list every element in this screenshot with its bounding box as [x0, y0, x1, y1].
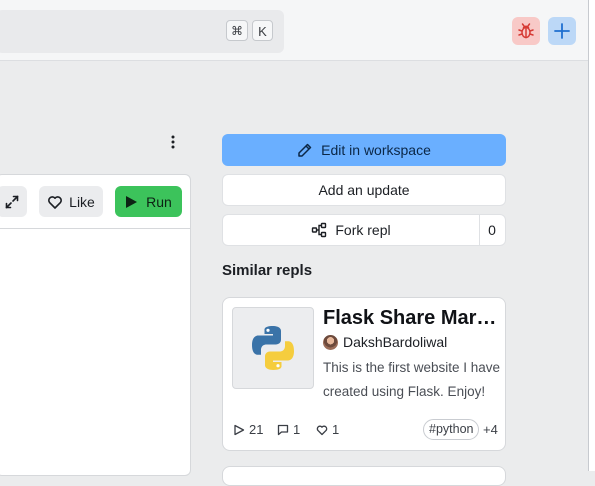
like-count-value: 1 — [332, 422, 340, 437]
fork-control: Fork repl 0 — [222, 214, 506, 246]
avatar — [323, 334, 338, 350]
similar-repls-heading: Similar repls — [222, 262, 313, 279]
repl-title: Flask Share Marketplace — [323, 307, 501, 329]
search-bar[interactable]: ⌘ K — [0, 10, 284, 53]
run-button[interactable]: Run — [115, 186, 182, 217]
fork-icon — [312, 222, 327, 238]
comment-icon — [277, 424, 289, 435]
expand-button[interactable] — [0, 186, 27, 217]
add-update-label: Add an update — [318, 182, 410, 198]
create-button[interactable] — [548, 17, 576, 45]
k-key-hint: K — [252, 20, 273, 41]
pencil-icon — [298, 143, 312, 157]
comment-count: 1 — [277, 422, 300, 437]
heart-icon — [48, 195, 63, 209]
python-logo-icon — [252, 326, 294, 370]
report-bug-button[interactable] — [512, 17, 540, 45]
comment-count-value: 1 — [293, 422, 301, 437]
like-button[interactable]: Like — [39, 186, 103, 217]
top-bar: ⌘ K — [0, 0, 588, 61]
author-name: DakshBardoliwal — [343, 334, 448, 350]
divider — [0, 228, 190, 229]
run-count-value: 21 — [249, 422, 264, 437]
window-edge — [588, 0, 595, 471]
bug-icon — [518, 23, 534, 39]
repl-thumbnail — [232, 307, 314, 389]
fork-count: 0 — [488, 222, 496, 238]
similar-repl-card[interactable]: Flask Share Marketplace DakshBardoliwal … — [222, 297, 506, 451]
play-icon — [126, 195, 138, 208]
more-options-button[interactable] — [165, 134, 181, 150]
like-count: 1 — [316, 422, 339, 437]
fork-repl-button[interactable]: Fork repl — [223, 215, 480, 245]
repl-author[interactable]: DakshBardoliwal — [323, 334, 447, 350]
run-count: 21 — [233, 422, 263, 437]
repl-preview-panel: Like Run — [0, 174, 191, 476]
heart-outline-icon — [316, 425, 328, 435]
run-label: Run — [146, 193, 172, 210]
expand-icon — [5, 195, 19, 208]
fork-label: Fork repl — [335, 222, 391, 238]
kebab-icon — [171, 135, 175, 149]
more-tags-count[interactable]: +4 — [483, 422, 498, 437]
play-outline-icon — [234, 424, 245, 435]
repl-description: This is the first website I have created… — [323, 360, 501, 399]
edit-in-workspace-button[interactable]: Edit in workspace — [222, 134, 506, 166]
language-tag[interactable]: #python — [423, 419, 480, 440]
command-key-hint: ⌘ — [226, 20, 248, 41]
next-similar-repl-card[interactable] — [222, 466, 506, 486]
like-label: Like — [69, 193, 95, 210]
add-update-button[interactable]: Add an update — [222, 174, 506, 206]
plus-icon — [554, 23, 570, 39]
edit-label: Edit in workspace — [321, 142, 431, 158]
